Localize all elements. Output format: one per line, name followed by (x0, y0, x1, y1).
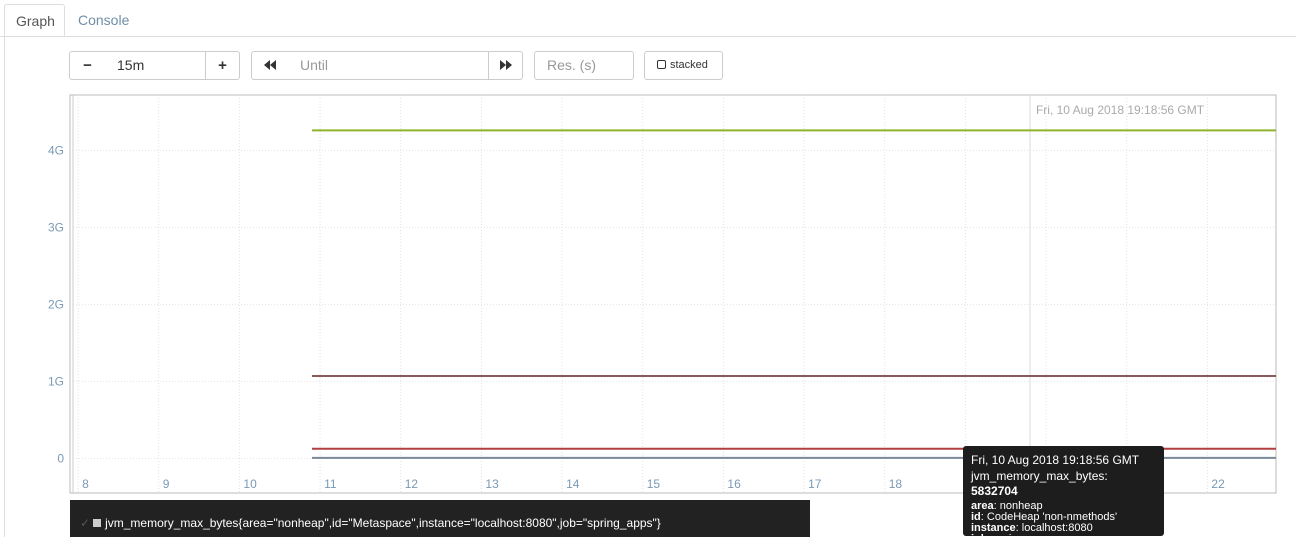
tooltip-label-job: job: spring_apps (971, 533, 1054, 545)
legend-series-label[interactable]: jvm_memory_max_bytes{area="nonheap",id="… (105, 516, 661, 530)
tooltip-value: 5832704 (971, 484, 1018, 498)
x-tick-label: 16 (727, 477, 741, 491)
plot-area (69, 94, 1277, 494)
y-tick-label: 2G (48, 297, 64, 311)
series-swatch[interactable] (93, 518, 102, 527)
x-tick-label: 11 (324, 477, 337, 491)
tooltip-metric: jvm_memory_max_bytes (971, 469, 1105, 483)
tooltip-time: Fri, 10 Aug 2018 19:18:56 GMT (971, 453, 1140, 467)
x-tick-label: 18 (889, 477, 903, 491)
x-tick-label: 13 (485, 477, 499, 491)
x-tick-label: 22 (1211, 477, 1225, 491)
y-tick-label: 0 (57, 451, 64, 465)
hover-time-label: Fri, 10 Aug 2018 19:18:56 GMT (1036, 103, 1205, 117)
x-tick-label: 12 (405, 477, 419, 491)
x-tick-label: 15 (647, 477, 661, 491)
x-tick-label: 8 (82, 477, 89, 491)
hover-tooltip: Fri, 10 Aug 2018 19:18:56 GMT jvm_memory… (963, 446, 1164, 545)
y-tick-label: 3G (48, 220, 64, 234)
tooltip-value-row: jvm_memory_max_bytes: 5832704 (971, 469, 1108, 498)
y-tick-label: 4G (48, 143, 64, 157)
y-tick-label: 1G (48, 374, 64, 388)
x-tick-label: 9 (163, 477, 170, 491)
check-icon: ✓ (80, 516, 91, 530)
x-tick-label: 10 (243, 477, 257, 491)
x-tick-label: 17 (808, 477, 822, 491)
x-tick-label: 14 (566, 477, 580, 491)
legend-bar: ✓ jvm_memory_max_bytes{area="nonheap",id=… (70, 500, 810, 537)
